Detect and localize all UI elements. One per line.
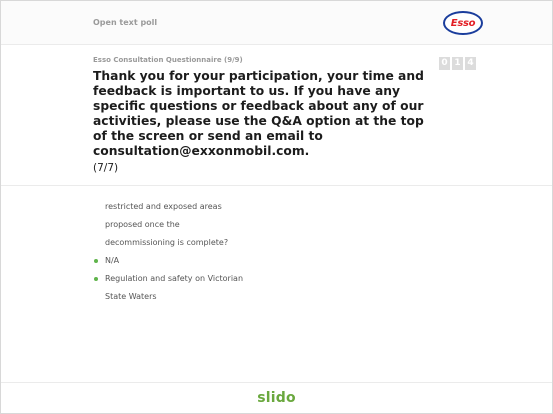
counter-digit: 1 bbox=[452, 57, 463, 70]
footer-bar: slido bbox=[1, 382, 552, 413]
counter-digit: 0 bbox=[439, 57, 450, 70]
response-counter: 0 1 4 bbox=[439, 57, 476, 70]
questionnaire-title: Esso Consultation Questionnaire (9/9) bbox=[93, 56, 243, 64]
header-bar: Open text poll Esso bbox=[1, 1, 552, 45]
question-panel: Esso Consultation Questionnaire (9/9) Th… bbox=[1, 46, 552, 186]
counter-digit: 4 bbox=[465, 57, 476, 70]
question-text: Thank you for your participation, your t… bbox=[93, 69, 424, 158]
answer-line: decommissioning is complete? bbox=[105, 238, 229, 247]
answer-line: State Waters bbox=[105, 292, 157, 301]
answer-item: Regulation and safety on Victorian bbox=[93, 270, 353, 288]
esso-logo-text: Esso bbox=[450, 17, 476, 29]
esso-logo: Esso bbox=[443, 11, 483, 35]
answers-list: restricted and exposed areas proposed on… bbox=[93, 198, 353, 306]
slido-logo: slido bbox=[257, 390, 296, 406]
answer-item: N/A bbox=[93, 252, 353, 270]
question-count: (7/7) bbox=[93, 162, 119, 174]
poll-type-label: Open text poll bbox=[93, 18, 158, 27]
answer-line: proposed once the bbox=[105, 220, 180, 229]
answer-line: restricted and exposed areas bbox=[105, 202, 222, 211]
poll-frame: Open text poll Esso Esso Consultation Qu… bbox=[0, 0, 553, 414]
